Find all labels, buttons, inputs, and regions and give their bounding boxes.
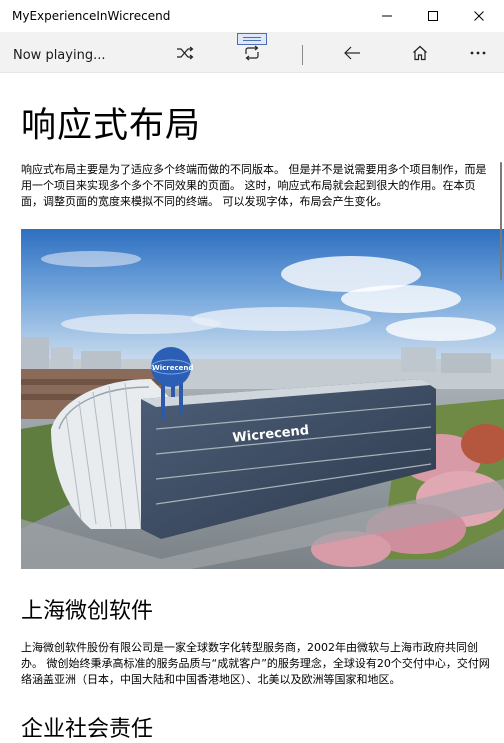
- close-button[interactable]: [456, 0, 502, 32]
- maximize-button[interactable]: [410, 0, 456, 32]
- window-title: MyExperienceInWicrecend: [12, 9, 171, 23]
- company-heading: 上海微创软件: [21, 599, 154, 624]
- title-bar: MyExperienceInWicrecend: [0, 0, 504, 32]
- hero-image: Wicrecend Wicrecend: [21, 229, 504, 569]
- repeat-active-indicator: [237, 33, 267, 45]
- now-playing-label: Now playing...: [13, 48, 106, 63]
- page-title: 响应式布局: [21, 106, 202, 146]
- vertical-scrollbar[interactable]: [500, 162, 502, 280]
- command-bar-separator: [302, 45, 303, 65]
- back-button[interactable]: [332, 33, 372, 73]
- back-arrow-icon: [344, 46, 360, 60]
- home-button[interactable]: [400, 33, 440, 73]
- page-content[interactable]: 响应式布局 响应式布局主要是为了适应多个终端而做的不同版本。 但是并不是说需要用…: [0, 74, 504, 743]
- csr-heading: 企业社会责任: [21, 717, 154, 742]
- home-icon: [413, 45, 427, 61]
- campus-photo: Wicrecend Wicrecend: [21, 229, 504, 569]
- globe-sign: Wicrecend: [152, 364, 193, 372]
- shuffle-icon: [177, 46, 194, 60]
- shuffle-button[interactable]: [165, 33, 205, 73]
- more-button[interactable]: [458, 33, 498, 73]
- intro-paragraph: 响应式布局主要是为了适应多个终端而做的不同版本。 但是并不是说需要用多个项目制作…: [21, 163, 487, 208]
- maximize-icon: [428, 11, 438, 21]
- more-icon: [470, 51, 486, 55]
- minimize-icon: [382, 15, 392, 17]
- company-paragraph: 上海微创软件股份有限公司是一家全球数字化转型服务商，2002年由微软与上海市政府…: [21, 641, 490, 686]
- close-icon: [474, 11, 484, 21]
- minimize-button[interactable]: [364, 0, 410, 32]
- repeat-icon: [245, 45, 259, 61]
